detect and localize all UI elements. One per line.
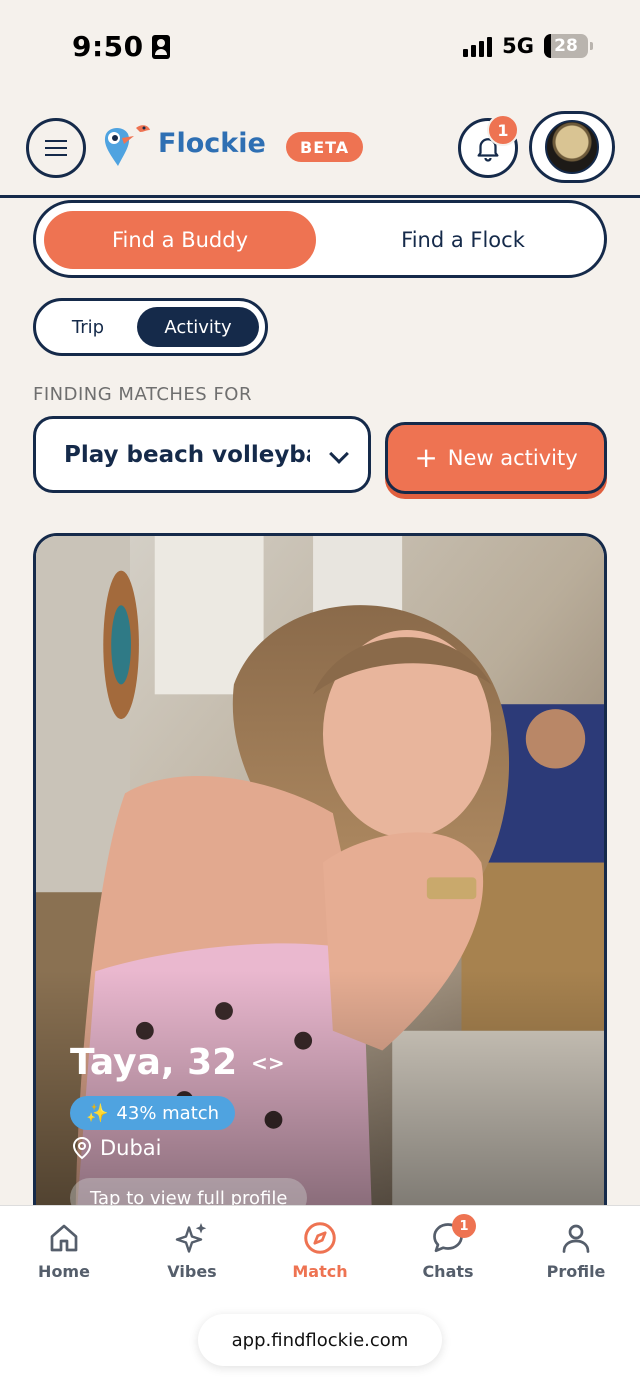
url-bar[interactable]: app.findflockie.com [198,1314,442,1366]
profile-name: Taya, 32 <> [70,1042,285,1083]
nav-label-chats: Chats [422,1262,474,1281]
finding-matches-label: FINDING MATCHES FOR [33,384,252,405]
status-indicators: 5G 28 [463,34,593,58]
menu-button[interactable] [26,118,86,178]
location-text: Dubai [100,1136,162,1160]
bird-logo-icon [104,125,150,166]
signal-icon [463,35,493,57]
id-card-icon [151,34,170,59]
brand-name: Flockie [158,128,266,159]
activity-dropdown-value: Play beach volleyba [64,441,310,468]
status-time: 9:50 [72,30,170,63]
sparkles-icon: ✨ [86,1102,109,1124]
battery-level: 28 [554,36,578,56]
battery-icon: 28 [544,34,593,58]
nav-item-home[interactable]: Home [14,1220,114,1281]
nav-item-chats[interactable]: 1 Chats [398,1214,498,1281]
nav-label-vibes: Vibes [167,1262,217,1281]
beta-badge: BETA [286,132,364,162]
mode-switch: Find a Buddy Find a Flock [33,200,607,278]
nav-label-match: Match [292,1262,348,1281]
new-activity-label: New activity [447,446,578,470]
code-icon: <> [251,1050,285,1075]
tab-find-a-buddy[interactable]: Find a Buddy [44,211,316,269]
new-activity-button[interactable]: + New activity [385,422,607,494]
account-avatar-button[interactable] [529,111,615,183]
status-bar: 9:50 5G 28 [0,0,640,96]
bottom-navigation: Home Vibes Match 1 Chats Profile app.fin… [0,1205,640,1387]
match-percentage: 43% match [116,1102,220,1124]
chats-count-badge: 1 [452,1214,476,1238]
person-icon [562,1224,590,1253]
profile-name-text: Taya, 32 [70,1042,238,1083]
nav-item-match[interactable]: Match [270,1220,370,1281]
tab-trip[interactable]: Trip [48,307,128,347]
menu-icon [45,140,67,156]
type-switch: Trip Activity [33,298,268,356]
network-type: 5G [502,34,534,58]
location-pin-icon [72,1136,92,1160]
tab-activity[interactable]: Activity [137,307,259,347]
nav-item-vibes[interactable]: Vibes [142,1220,242,1281]
activity-dropdown[interactable]: Play beach volleyba [33,416,371,493]
home-icon [50,1224,78,1252]
match-badge: ✨ 43% match [70,1096,236,1130]
nav-item-profile[interactable]: Profile [526,1220,626,1281]
profile-location: Dubai [72,1136,162,1160]
chevron-down-icon [329,444,349,464]
tab-find-a-flock[interactable]: Find a Flock [326,211,600,269]
sparkle-star-icon [175,1223,207,1253]
notification-count-badge: 1 [487,114,519,146]
avatar [545,120,599,174]
plus-icon: + [414,441,438,474]
profile-card[interactable]: Taya, 32 <> ✨ 43% match Dubai Tap to vie… [33,533,607,1233]
app-header: Flockie BETA 1 [0,106,640,198]
nav-label-profile: Profile [546,1262,606,1281]
clock-text: 9:50 [72,30,144,63]
compass-icon [304,1222,336,1254]
nav-label-home: Home [38,1262,90,1281]
